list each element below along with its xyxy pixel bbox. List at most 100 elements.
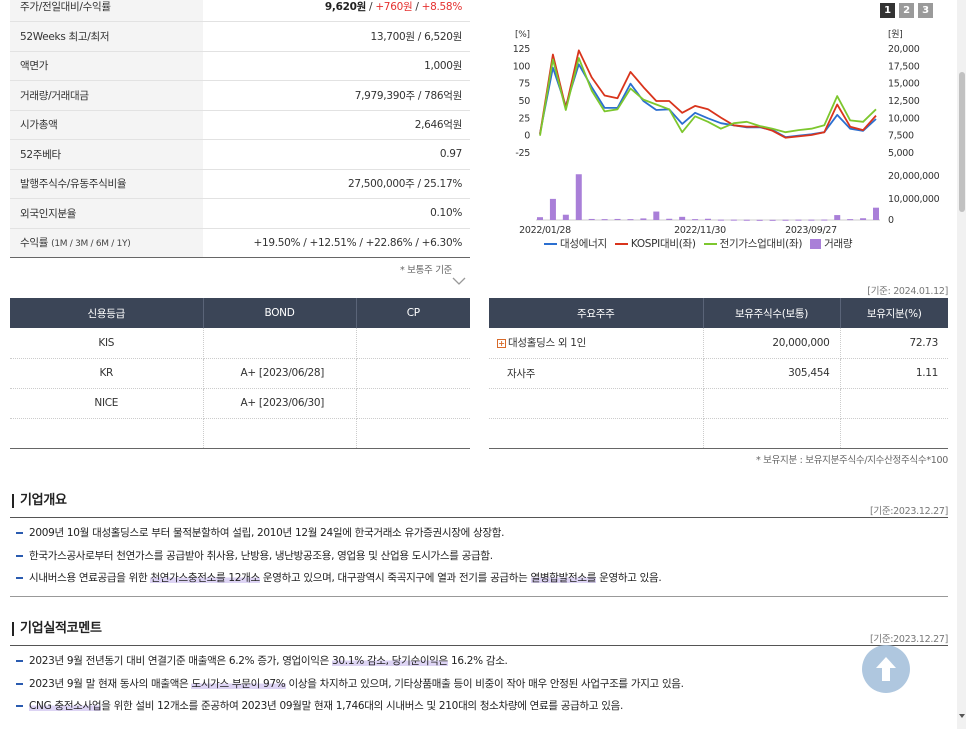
table-row	[10, 418, 470, 449]
table-cell	[203, 328, 357, 359]
separator: /	[365, 1, 376, 13]
table-row: KR A+ [2023/06/28]	[10, 358, 470, 389]
volume-bar	[743, 219, 750, 221]
table-cell[interactable]: + 대성홀딩스 외 1인	[489, 328, 704, 359]
price-value: 9,620원 / +760원 / +8.58%	[203, 0, 470, 22]
shares-label: 발행주식수/유동주식비율	[10, 169, 203, 199]
volume-bar	[692, 219, 699, 221]
legend-item: 대성에너지	[544, 236, 607, 251]
y-right-tick-label: 7,500	[888, 131, 914, 142]
chevron-down-icon[interactable]	[452, 276, 466, 286]
column-header: 보유주식수(보통)	[703, 298, 841, 328]
comment-list: 2023년 9월 전년동기 대비 연결기준 매출액은 6.2% 증가, 영업이익…	[16, 650, 684, 718]
expand-plus-icon[interactable]: +	[497, 339, 506, 349]
table-cell	[356, 418, 470, 449]
volume-bar	[562, 214, 569, 220]
volume-bar	[730, 219, 737, 221]
common-stock-note: * 보통주 기준	[400, 265, 453, 276]
highlight-text: 천연가스충전소를 12개소	[150, 572, 260, 584]
list-item: 2023년 9월 전년동기 대비 연결기준 매출액은 6.2% 증가, 영업이익…	[16, 650, 684, 673]
holder-note: * 보유지분 : 보유지분주식수/지수산정주식수*100	[755, 455, 948, 466]
column-header: BOND	[203, 298, 357, 328]
list-text: 운영하고 있으며, 대구광역시 죽곡지구에 열과 전기를 공급하는	[259, 572, 531, 584]
major-shareholders-table: 주요주주 보유주식수(보통) 보유지분(%) + 대성홀딩스 외 1인 20,00…	[489, 298, 948, 449]
table-cell	[489, 388, 704, 419]
table-cell	[10, 418, 204, 449]
y-right-tick-label: 12,500	[888, 96, 920, 107]
volume-bar	[549, 198, 556, 220]
y-right-tick-label: 20,000	[888, 44, 920, 55]
table-row: KIS	[10, 328, 470, 359]
y-left-tick-label: 0	[524, 131, 530, 142]
volume-tick-label: 0	[888, 215, 894, 226]
credit-rating-table: 신용등급 BOND CP KIS KR A+ [2023/06/28] NICE…	[10, 298, 470, 449]
volume-bar	[575, 174, 582, 220]
bullet-dash	[16, 532, 23, 534]
list-text: 16.2% 감소.	[447, 655, 508, 667]
market-cap-label: 시가총액	[10, 110, 203, 140]
bullet-dash	[16, 554, 23, 557]
par-label: 액면가	[10, 51, 203, 81]
overview-date: [기준:2023.12.27]	[870, 506, 948, 517]
volume-bar	[756, 219, 763, 221]
legend-label: 전기가스업대비(좌)	[719, 238, 803, 250]
volume-bar	[782, 219, 789, 221]
table-cell: 자사주	[489, 358, 704, 389]
table-cell: KR	[10, 358, 204, 389]
returns-label: 수익률 (1M / 3M / 6M / 1Y)	[10, 228, 203, 258]
list-item: 한국가스공사로부터 천연가스를 공급받아 취사용, 난방용, 냉난방공조용, 영…	[16, 545, 661, 568]
y-left-tick-label: 100	[513, 61, 530, 72]
x-tick-label: 2022/11/30	[674, 225, 726, 236]
divider	[10, 645, 948, 646]
beta-value: 0.97	[203, 139, 470, 170]
table-row: 발행주식수/유동주식비율 27,500,000주 / 25.17%	[10, 169, 470, 199]
list-text: 을 위한 설비 12개소를 준공하여 2023년 09월말 현재 1,746대의…	[101, 700, 624, 712]
volume-bar	[860, 218, 867, 220]
chart-tab-2[interactable]: 2	[899, 3, 914, 18]
y-left-tick-label: 75	[519, 79, 531, 90]
volume-tick-label: 10,000,000	[888, 194, 940, 205]
arrow-up-icon	[876, 657, 896, 681]
table-cell	[356, 358, 470, 389]
week52-value: 13,700원 / 6,520원	[203, 21, 470, 52]
price-label: 주가/전일대비/수익률	[10, 0, 203, 22]
separator: /	[412, 1, 422, 13]
volume-bar	[640, 218, 647, 220]
highlight-text: 도시가스 부문이 97%	[191, 677, 286, 690]
list-item: 2023년 9월 말 현재 동사의 매출액은 도시가스 부문이 97% 이상을 …	[16, 673, 684, 696]
chart-tab-3[interactable]: 3	[918, 3, 933, 18]
table-cell	[489, 418, 704, 449]
volume-bar	[653, 211, 660, 220]
column-header: 보유지분(%)	[840, 298, 948, 328]
scroll-to-top-button[interactable]	[862, 645, 910, 693]
chart-tab-group: 1 2 3	[880, 3, 933, 18]
highlight-text: 열병합발전소를	[530, 572, 597, 584]
bullet-dash	[16, 705, 23, 707]
legend-item: KOSPI대비(좌)	[614, 236, 696, 251]
holder-name: 대성홀딩스 외 1인	[508, 337, 586, 350]
list-text: 2009년 10월 대성홀딩스로 부터 물적분할하여 설립, 2010년 12월…	[29, 527, 505, 539]
table-row	[489, 388, 948, 419]
scroll-down-arrow-icon[interactable]	[958, 712, 966, 720]
price-rate: +8.58%	[421, 1, 463, 13]
volume-bar	[537, 217, 543, 220]
table-header-row: 신용등급 BOND CP	[10, 298, 470, 328]
volume-tick-label: 20,000,000	[888, 171, 940, 182]
table-cell	[203, 418, 357, 449]
legend-item: 거래량	[810, 236, 853, 251]
scrollbar-thumb[interactable]	[959, 72, 965, 212]
volume-bar	[808, 219, 815, 221]
table-cell: 20,000,000	[703, 328, 841, 359]
x-tick-label: 2023/09/27	[785, 225, 837, 236]
week52-label: 52Weeks 최고/최저	[10, 21, 203, 52]
overview-title: 기업개요	[12, 494, 67, 508]
table-row: 시가총액 2,646억원	[10, 110, 470, 140]
y-left-unit: [%]	[515, 30, 530, 40]
volume-bar	[834, 215, 841, 220]
y-right-tick-label: 17,500	[888, 61, 920, 72]
returns-value: +19.50% / +12.51% / +22.86% / +6.30%	[203, 228, 470, 258]
chart-tab-1[interactable]: 1	[880, 3, 895, 18]
table-cell: A+ [2023/06/28]	[203, 358, 357, 389]
beta-label: 52주베타	[10, 139, 203, 170]
table-row: 액면가 1,000원	[10, 51, 470, 81]
